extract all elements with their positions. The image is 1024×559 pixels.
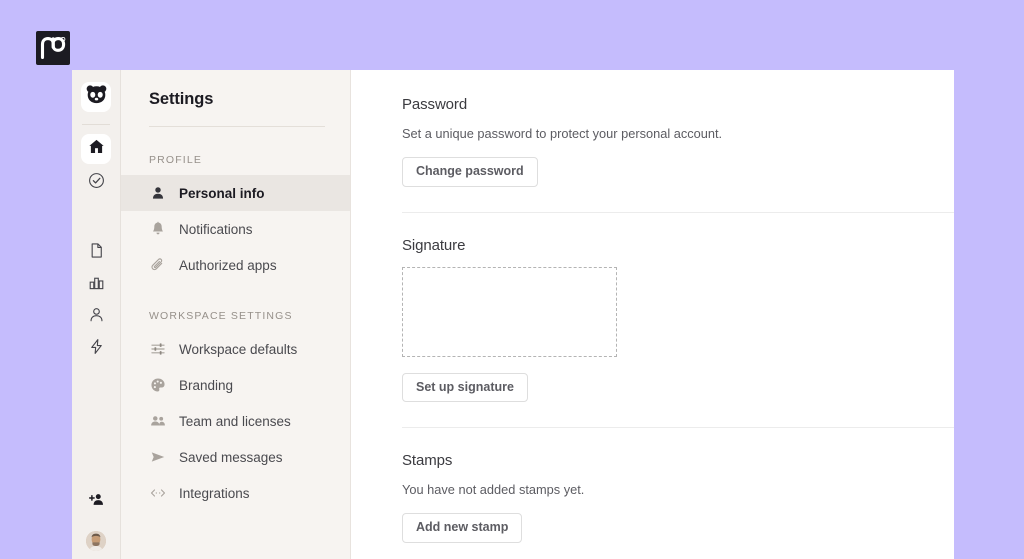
pandadoc-logo	[36, 31, 70, 65]
person-icon	[88, 306, 105, 328]
check-circle-icon	[88, 172, 105, 194]
sidebar-item-branding[interactable]: Branding	[121, 367, 350, 403]
section-password: Password Set a unique password to protec…	[402, 96, 932, 187]
add-new-stamp-button[interactable]: Add new stamp	[402, 513, 523, 543]
nav-divider	[149, 126, 325, 127]
nav-group-label-workspace: WORKSPACE SETTINGS	[149, 310, 293, 322]
sidebar-item-label: Saved messages	[179, 449, 283, 465]
lightning-bolt-icon	[88, 338, 105, 360]
send-icon	[149, 448, 167, 466]
rail-item-automation[interactable]	[81, 334, 111, 364]
section-title: Signature	[402, 236, 466, 254]
sidebar-item-label: Team and licenses	[179, 413, 291, 429]
section-description: Set a unique password to protect your pe…	[402, 126, 723, 141]
rail-bottom-group	[72, 487, 120, 551]
sidebar-item-personal-info[interactable]: Personal info	[121, 175, 350, 211]
document-icon	[88, 242, 105, 264]
nav-group-label-profile: PROFILE	[149, 154, 202, 166]
sidebar-item-notifications[interactable]: Notifications	[121, 211, 350, 247]
sidebar-item-label: Branding	[179, 377, 234, 393]
paperclip-icon	[149, 256, 167, 274]
rail-item-tasks[interactable]	[81, 168, 111, 198]
chart-bar-icon	[88, 274, 105, 296]
change-password-button[interactable]: Change password	[402, 157, 538, 187]
sidebar-item-label: Integrations	[179, 485, 250, 501]
rail-item-invite[interactable]	[81, 487, 111, 517]
section-title: Stamps	[402, 452, 453, 469]
sidebar-item-saved-messages[interactable]: Saved messages	[121, 439, 350, 475]
rail-item-documents[interactable]	[81, 238, 111, 268]
rail-item-panda-logo[interactable]	[81, 82, 111, 112]
person-filled-icon	[149, 184, 167, 202]
rail-item-home[interactable]	[81, 134, 111, 164]
app-window: Settings PROFILE Personal info Notificat…	[72, 70, 954, 559]
main-content: Password Set a unique password to protec…	[351, 70, 954, 559]
sidebar-item-integrations[interactable]: Integrations	[121, 475, 350, 511]
sidebar-item-team-and-licenses[interactable]: Team and licenses	[121, 403, 350, 439]
settings-title: Settings	[149, 90, 214, 108]
sidebar-item-label: Authorized apps	[179, 257, 277, 273]
icon-rail	[72, 70, 121, 559]
sidebar-item-workspace-defaults[interactable]: Workspace defaults	[121, 331, 350, 367]
set-up-signature-button[interactable]: Set up signature	[402, 372, 528, 402]
signature-preview-box[interactable]	[402, 266, 617, 357]
rail-item-contacts[interactable]	[81, 302, 111, 332]
people-icon	[149, 412, 167, 430]
sidebar-item-label: Personal info	[179, 185, 265, 201]
avatar[interactable]	[86, 531, 106, 551]
section-stamps: Stamps You have not added stamps yet. Ad…	[402, 428, 932, 543]
settings-nav-panel: Settings PROFILE Personal info Notificat…	[121, 70, 351, 559]
sidebar-item-label: Workspace defaults	[179, 341, 298, 357]
section-signature: Signature Set up signature	[402, 213, 932, 402]
panda-logo-icon	[86, 85, 107, 109]
palette-icon	[149, 376, 167, 394]
sliders-icon	[149, 340, 167, 358]
section-description: You have not added stamps yet.	[402, 482, 585, 497]
rail-divider	[82, 124, 110, 125]
home-icon	[88, 138, 105, 160]
sidebar-item-authorized-apps[interactable]: Authorized apps	[121, 247, 350, 283]
rail-item-reporting[interactable]	[81, 270, 111, 300]
section-title: Password	[402, 96, 468, 113]
code-brackets-icon	[149, 484, 167, 502]
bell-icon	[149, 220, 167, 238]
sidebar-item-label: Notifications	[179, 221, 253, 237]
add-user-icon	[88, 491, 105, 513]
